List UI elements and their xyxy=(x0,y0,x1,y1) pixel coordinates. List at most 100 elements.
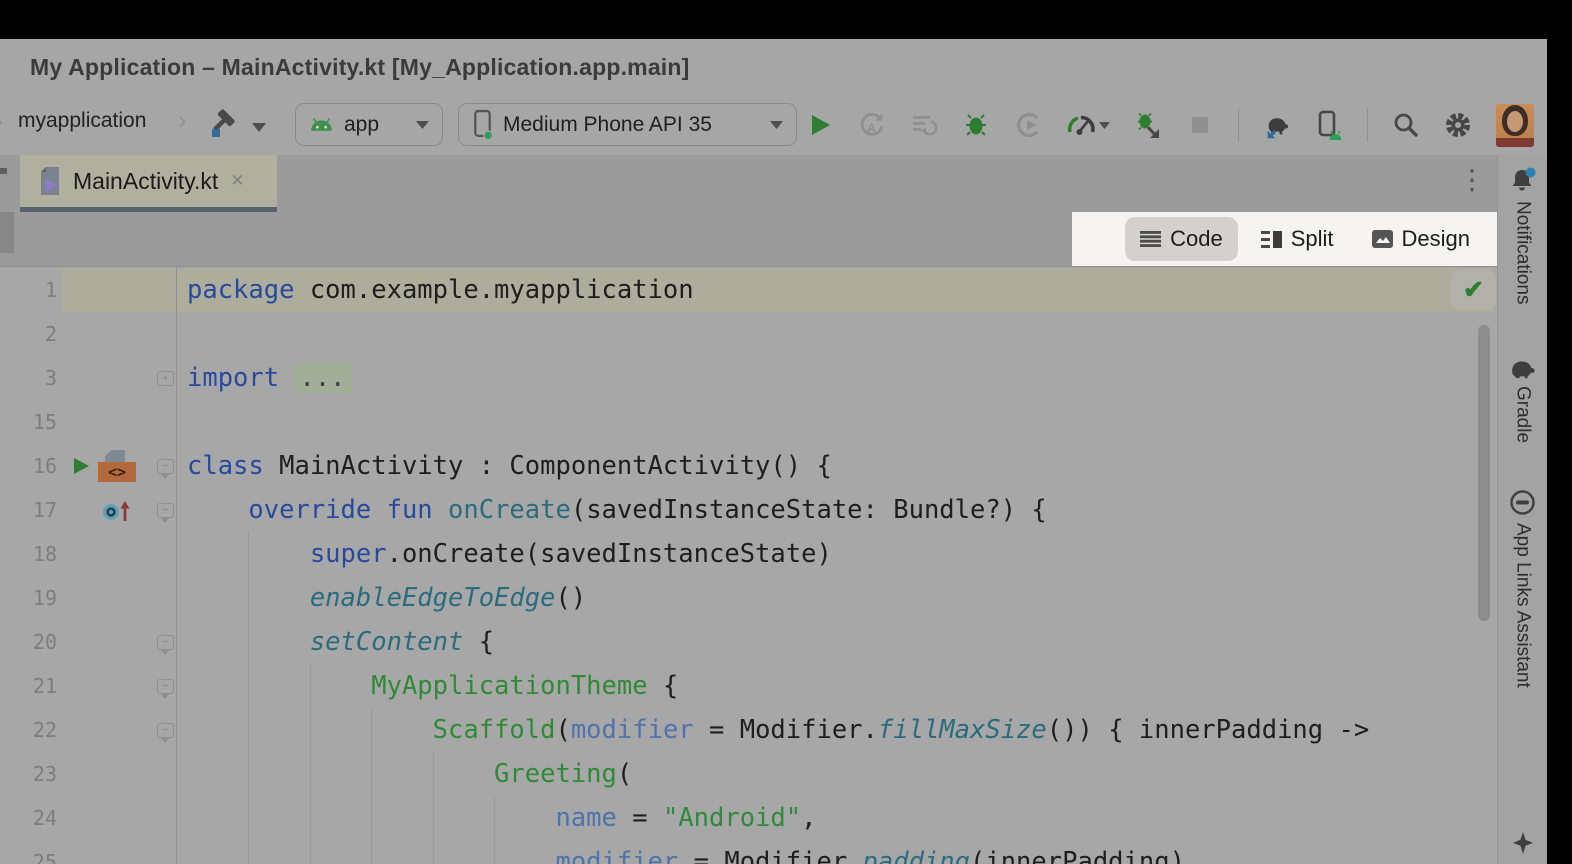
code-token: setContent xyxy=(310,627,464,657)
code-line-20[interactable]: setContent { xyxy=(187,620,1369,664)
line-number: 19 xyxy=(14,576,57,620)
stop-button[interactable] xyxy=(1186,111,1214,139)
breadcrumb-module[interactable]: myapplication xyxy=(18,109,146,133)
profiler-button[interactable] xyxy=(1066,111,1110,139)
split-view-button[interactable]: Split xyxy=(1246,217,1349,261)
android-icon xyxy=(309,117,334,132)
fold-collapse-marker[interactable]: − xyxy=(157,679,174,694)
code-line-16[interactable]: class MainActivity : ComponentActivity()… xyxy=(187,444,1369,488)
attach-debugger-button[interactable] xyxy=(1134,111,1162,139)
close-tab-icon[interactable]: ✕ xyxy=(230,171,244,191)
code-editor[interactable]: 123+1516<>−17−181920−21−22−232425 packag… xyxy=(0,266,1497,864)
gutter-row: 21− xyxy=(14,664,176,708)
apply-code-changes-button[interactable] xyxy=(910,111,938,139)
run-button[interactable] xyxy=(806,111,834,139)
split-view-icon xyxy=(1261,231,1282,248)
code-token: Greeting xyxy=(494,759,617,789)
toolwindow-gradle[interactable]: Gradle xyxy=(1507,355,1538,443)
run-gutter-icon[interactable] xyxy=(71,456,90,476)
gutter-row: 17 − xyxy=(14,488,176,532)
code-line-15[interactable] xyxy=(187,400,1369,444)
right-tool-stripe: Notifications Gradle App Links Assistant xyxy=(1497,155,1547,864)
debug-button[interactable] xyxy=(962,111,990,139)
device-manager-button[interactable] xyxy=(1315,111,1343,139)
settings-button[interactable] xyxy=(1444,111,1472,139)
gutter-row: 23 xyxy=(14,752,176,796)
line-number: 18 xyxy=(14,532,57,576)
toolwindow-label: App Links Assistant xyxy=(1512,523,1534,688)
fold-collapse-marker[interactable]: − xyxy=(157,503,174,518)
avatar-face xyxy=(1507,111,1523,132)
code-line-23[interactable]: Greeting( xyxy=(187,752,1369,796)
gutter-divider xyxy=(176,267,177,864)
code-view-button[interactable]: Code xyxy=(1125,217,1238,261)
folded-imports-chip[interactable]: ... xyxy=(294,362,350,394)
fold-collapse-marker[interactable]: − xyxy=(157,723,174,738)
code-line-21[interactable]: MyApplicationTheme { xyxy=(187,664,1369,708)
bell-icon xyxy=(1509,167,1537,194)
code-token: enableEdgeToEdge xyxy=(310,583,556,613)
code-line-18[interactable]: super.onCreate(savedInstanceState) xyxy=(187,532,1369,576)
code-token: name xyxy=(555,803,616,833)
search-icon xyxy=(1392,111,1420,139)
gemini-assistant-button[interactable] xyxy=(1510,830,1536,856)
module-selector[interactable]: app xyxy=(295,103,443,146)
stripe-dash-icon xyxy=(0,168,7,174)
code-area[interactable]: package com.example.myapplication import … xyxy=(187,268,1369,864)
code-token: "Android" xyxy=(663,803,801,833)
code-token: package xyxy=(187,275,310,305)
sync-gradle-button[interactable] xyxy=(1263,111,1291,139)
chevron-down-icon xyxy=(770,121,783,129)
line-number: 17 xyxy=(14,488,57,532)
code-line-1[interactable]: package com.example.myapplication xyxy=(187,268,1369,312)
override-gutter-icon[interactable] xyxy=(101,498,133,522)
overrides-icon xyxy=(101,498,133,522)
code-line-3[interactable]: import ... xyxy=(187,356,1369,400)
toolwindow-app-links-assistant[interactable]: App Links Assistant xyxy=(1509,489,1536,688)
profile-avatar[interactable] xyxy=(1496,104,1534,147)
tab-mainactivity[interactable]: MainActivity.kt ✕ xyxy=(20,155,277,207)
code-token: , xyxy=(801,803,816,833)
code-token: override fun xyxy=(248,495,448,525)
kebab-menu-icon[interactable]: ⋮ xyxy=(1458,163,1486,196)
chevron-down-icon xyxy=(416,121,429,129)
apply-changes-restart-button[interactable]: A xyxy=(858,111,886,139)
android-studio-window: My Application – MainActivity.kt [My_App… xyxy=(0,0,1572,864)
build-button[interactable] xyxy=(204,108,240,142)
profile-button[interactable] xyxy=(1014,111,1042,139)
scrollbar-thumb[interactable] xyxy=(1478,325,1490,621)
code-line-25[interactable]: modifier = Modifier.padding(innerPadding… xyxy=(187,840,1369,864)
window-titlebar: My Application – MainActivity.kt [My_App… xyxy=(0,39,1547,95)
code-token xyxy=(187,671,371,701)
fold-collapse-marker[interactable]: − xyxy=(157,459,174,474)
indent-guide xyxy=(248,532,249,864)
code-line-17[interactable]: override fun onCreate(savedInstanceState… xyxy=(187,488,1369,532)
fold-collapse-marker[interactable]: − xyxy=(157,635,174,650)
gutter-row: 22− xyxy=(14,708,176,752)
code-token: import xyxy=(187,363,294,393)
code-view-label: Code xyxy=(1170,226,1223,252)
search-everywhere-button[interactable] xyxy=(1392,111,1420,139)
no-problems-check-icon: ✔ xyxy=(1463,275,1484,305)
gutter-row: 1 xyxy=(14,268,176,312)
inspections-widget[interactable]: ✔ xyxy=(1451,269,1496,310)
fold-expand-marker[interactable]: + xyxy=(157,371,174,386)
design-view-button[interactable]: Design xyxy=(1357,217,1485,261)
code-line-22[interactable]: Scaffold(modifier = Modifier.fillMaxSize… xyxy=(187,708,1369,752)
code-line-24[interactable]: name = "Android", xyxy=(187,796,1369,840)
code-token: () xyxy=(555,583,586,613)
profile-run-icon xyxy=(1014,111,1042,139)
code-token: ( xyxy=(555,715,570,745)
toolwindow-notifications[interactable]: Notifications xyxy=(1509,167,1537,305)
code-token: { xyxy=(463,627,494,657)
indent-guide xyxy=(433,752,434,864)
device-selector[interactable]: Medium Phone API 35 xyxy=(458,103,797,146)
line-number: 24 xyxy=(14,796,57,840)
stripe-block xyxy=(0,212,14,253)
design-image-icon xyxy=(1372,230,1393,248)
code-line-19[interactable]: enableEdgeToEdge() xyxy=(187,576,1369,620)
chevron-down-icon[interactable] xyxy=(252,119,266,137)
indent-guide xyxy=(494,796,495,864)
code-line-2[interactable] xyxy=(187,312,1369,356)
compose-gutter-icon[interactable]: <> xyxy=(98,450,136,482)
